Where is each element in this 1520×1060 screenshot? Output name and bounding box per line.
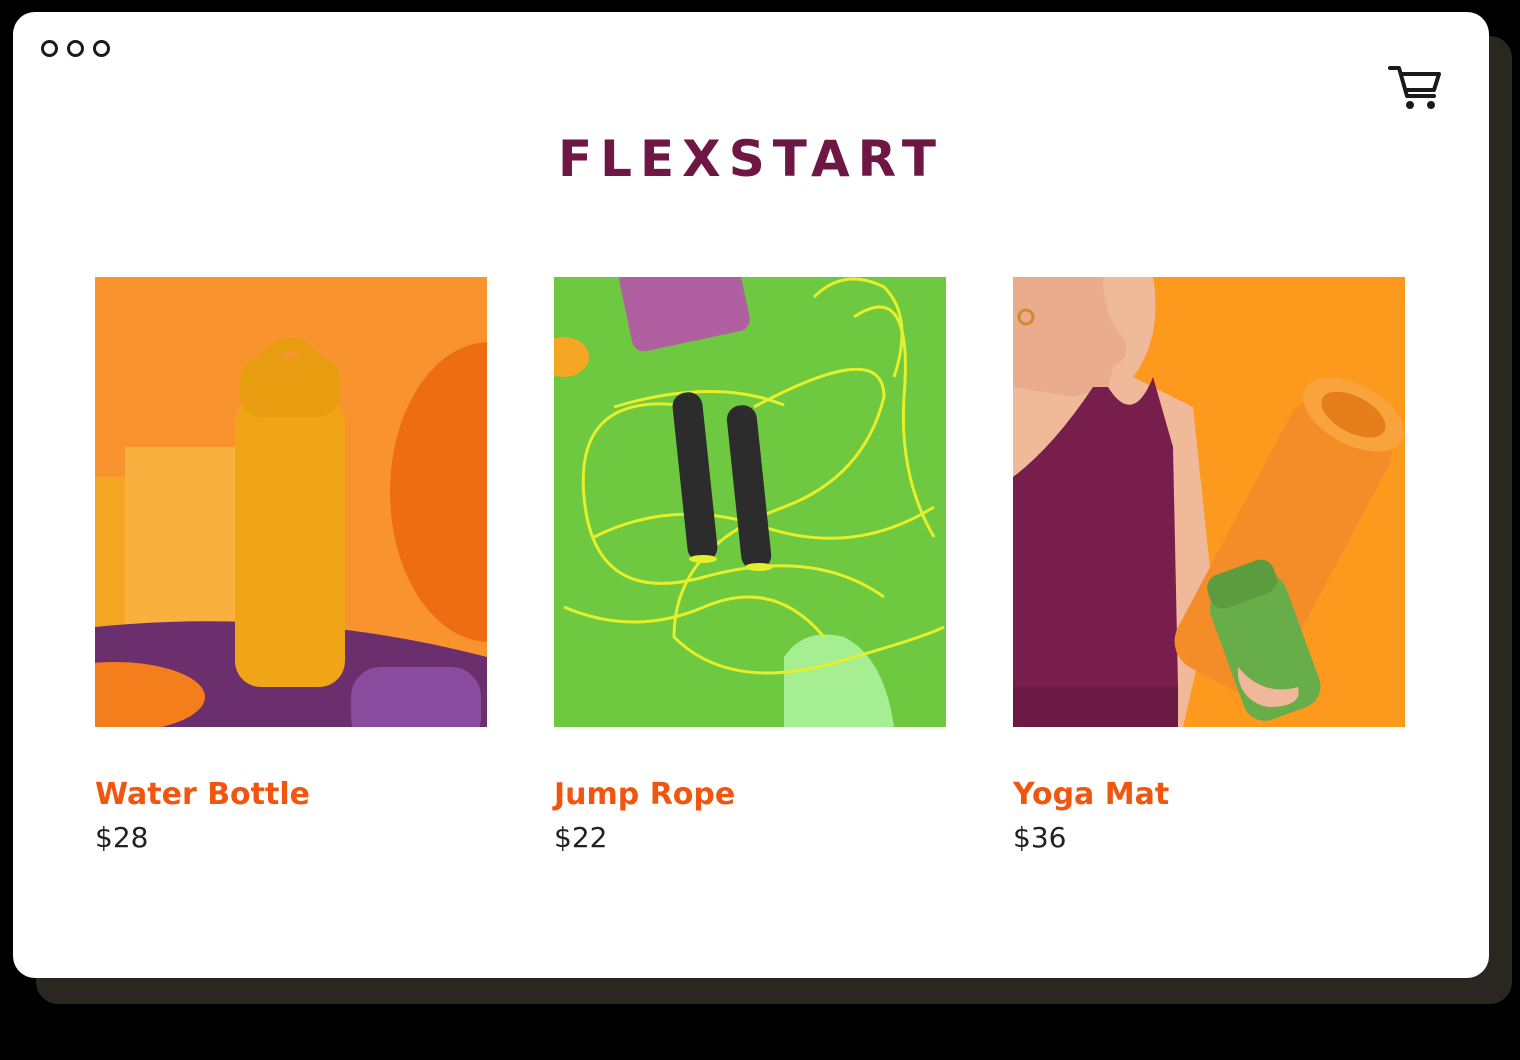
product-card[interactable]: Water Bottle $28 bbox=[95, 277, 487, 854]
window-dot-icon bbox=[41, 40, 58, 57]
product-price: $36 bbox=[1013, 821, 1067, 854]
product-price: $28 bbox=[95, 821, 149, 854]
product-card[interactable]: Yoga Mat $36 bbox=[1013, 277, 1405, 854]
product-price: $22 bbox=[554, 821, 608, 854]
product-card[interactable]: Jump Rope $22 bbox=[554, 277, 946, 854]
window-dot-icon bbox=[67, 40, 84, 57]
product-image[interactable] bbox=[554, 277, 946, 727]
browser-window: FLEXSTART Water Bottle $28 Jump Rope $22… bbox=[13, 12, 1489, 978]
product-title[interactable]: Yoga Mat bbox=[1013, 777, 1405, 812]
shopping-cart-icon[interactable] bbox=[1387, 62, 1443, 112]
window-dot-icon bbox=[93, 40, 110, 57]
brand-logo[interactable]: FLEXSTART bbox=[13, 130, 1489, 188]
product-title[interactable]: Jump Rope bbox=[554, 777, 946, 812]
window-controls bbox=[41, 40, 110, 57]
product-image[interactable] bbox=[1013, 277, 1405, 727]
product-image[interactable] bbox=[95, 277, 487, 727]
product-title[interactable]: Water Bottle bbox=[95, 777, 487, 812]
